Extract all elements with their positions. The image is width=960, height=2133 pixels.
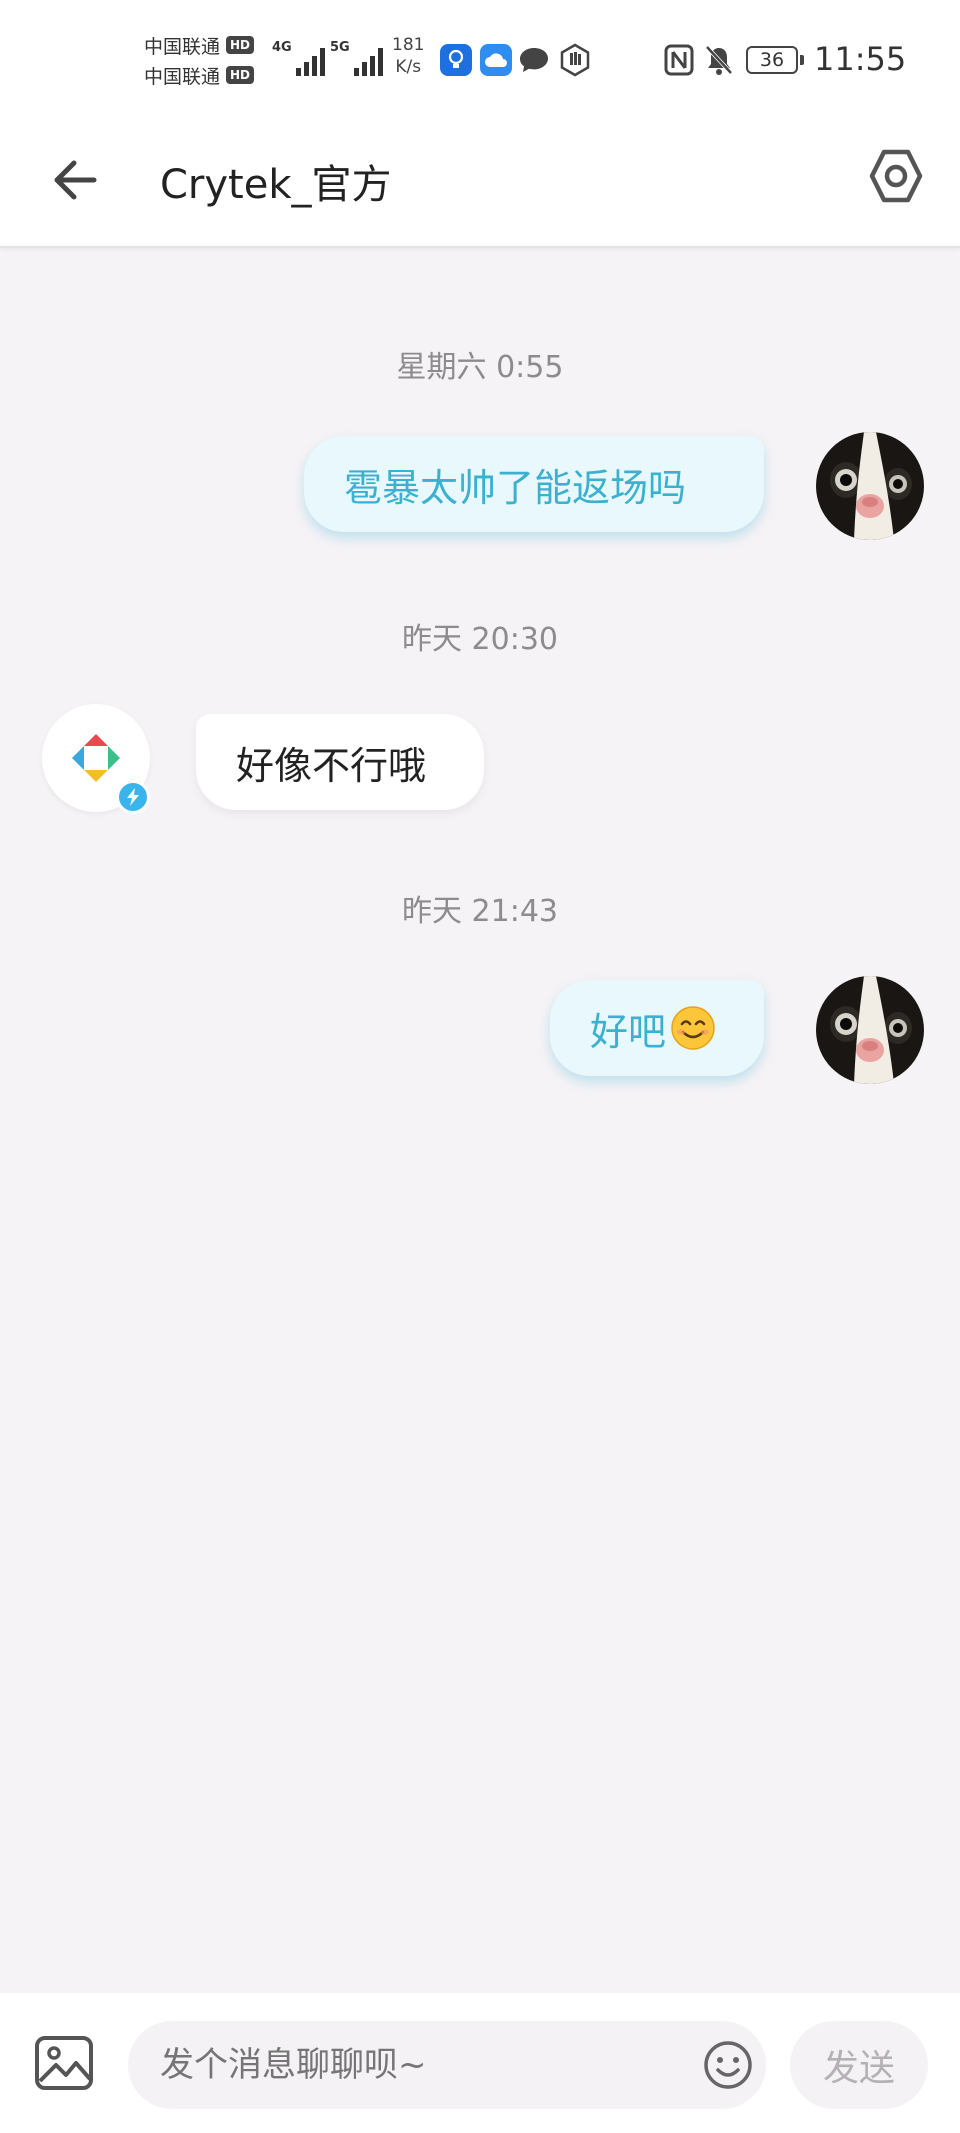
message-text: 雹暴太帅了能返场吗 [344,465,687,510]
hand-app-icon [558,43,592,77]
message-list[interactable]: 星期六 0:55 雹暴太帅了能返场吗 昨天 20:30 好像不行哦 昨天 21:… [0,250,960,1990]
signal-5g-icon: 5G [330,40,386,76]
cat-avatar[interactable] [816,976,924,1084]
status-bar: 中国联通 HD 中国联通 HD 4G 5G 181 K/s 36 11:55 [0,0,960,120]
page-title: Crytek_官方 [160,162,392,208]
signal-4g-icon: 4G [272,40,328,76]
hexagon-settings-icon [869,149,923,203]
carrier-name-1: 中国联通 [144,35,221,58]
nfc-icon [664,44,694,76]
chat-app-icon [518,44,550,76]
carrier-info: 中国联通 HD 中国联通 HD [144,30,255,90]
message-text: 好吧 [590,1009,667,1054]
emoji-icon [704,2041,752,2089]
message-input[interactable] [160,2021,680,2109]
carrier-line-2: 中国联通 HD [144,60,255,90]
smiling-face-emoji [671,1006,715,1050]
message-text: 好像不行哦 [236,743,427,788]
image-icon [35,2036,93,2090]
outgoing-message-bubble[interactable]: 好吧 [550,980,764,1076]
network-speed-unit: K/s [395,57,422,77]
carrier-line-1: 中国联通 HD [144,30,255,60]
arrow-left-icon [54,160,97,200]
signal-4g-label: 4G [272,40,292,55]
signal-5g-label: 5G [330,40,350,55]
bulb-app-icon [440,44,472,76]
mute-icon [704,44,734,76]
hd-badge-2: HD [226,66,255,84]
message-timestamp: 昨天 20:30 [402,622,558,657]
outgoing-message-bubble[interactable]: 雹暴太帅了能返场吗 [304,436,764,532]
carrier-name-2: 中国联通 [144,65,221,88]
incoming-message-bubble[interactable]: 好像不行哦 [196,714,484,810]
verified-lightning-icon [116,780,150,814]
clock: 11:55 [814,40,907,78]
message-input-field[interactable] [128,2021,766,2109]
settings-button[interactable] [864,144,928,208]
back-button[interactable] [44,148,108,212]
battery-level: 36 [759,49,785,71]
emoji-button[interactable] [702,2039,754,2091]
network-speed: 181 K/s [392,34,424,78]
send-button[interactable]: 发送 [790,2021,928,2109]
cat-avatar[interactable] [816,432,924,540]
image-picker-button[interactable] [34,2035,94,2091]
battery-icon: 36 [746,46,804,74]
network-speed-value: 181 [392,35,425,55]
message-timestamp: 昨天 21:43 [402,894,558,929]
message-input-bar: 发送 [0,1993,960,2133]
message-timestamp: 星期六 0:55 [396,350,564,385]
cloud-app-icon [480,44,512,76]
hd-badge-1: HD [226,36,255,54]
chat-header: Crytek_官方 [0,120,960,248]
